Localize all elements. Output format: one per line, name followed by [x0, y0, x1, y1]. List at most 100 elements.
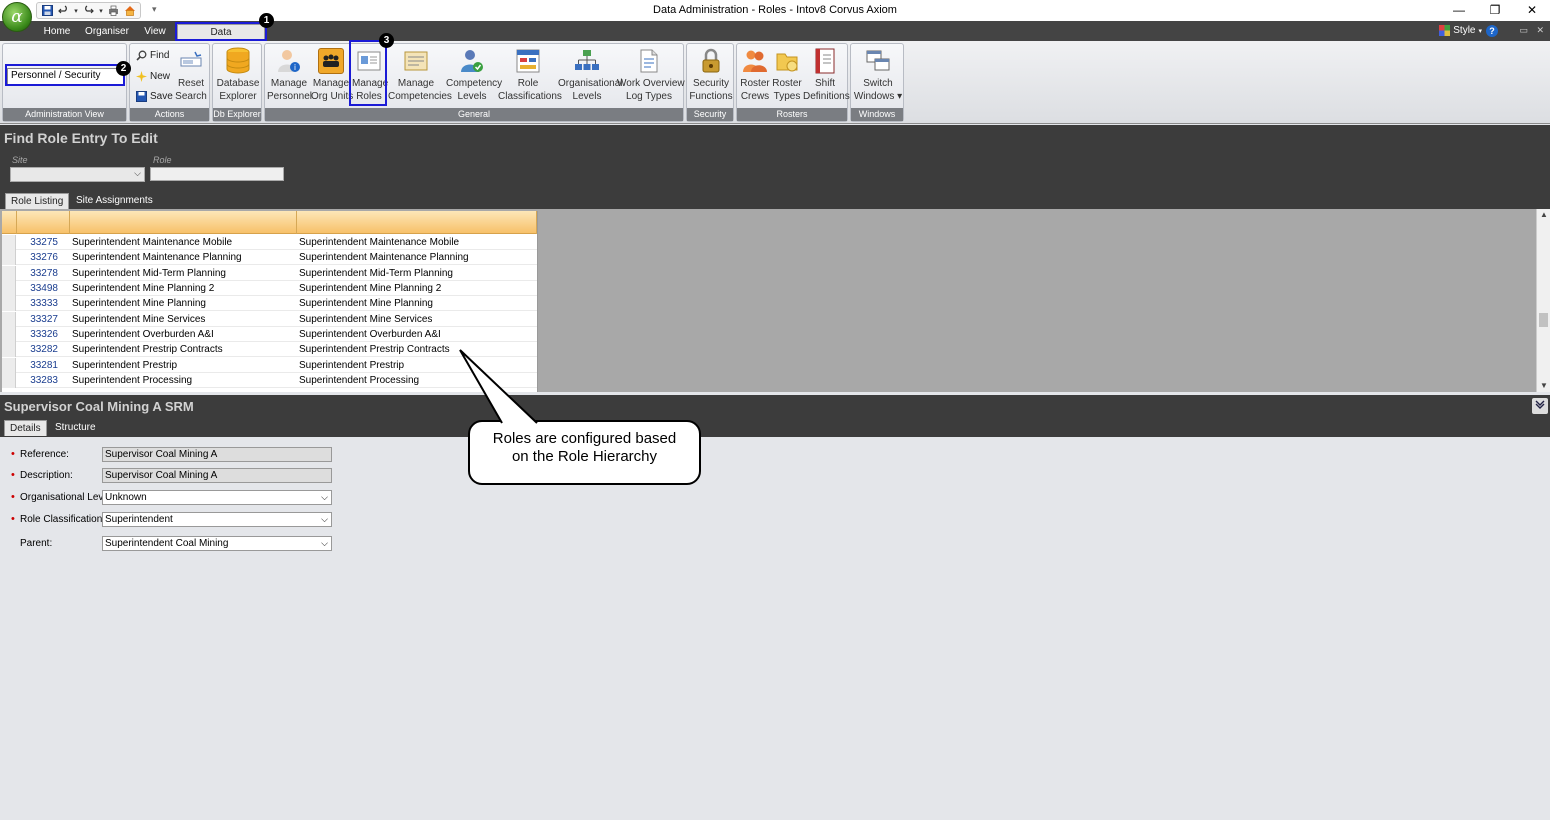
table-row[interactable]: 33333 Superintendent Mine Planning Superin… — [2, 296, 537, 312]
callout-line-1: Roles are configured based — [492, 430, 677, 447]
manage-roles-button[interactable]: Manage Roles — [352, 46, 389, 106]
role-reference-cell: Superintendent Mine Planning — [72, 298, 206, 310]
shift-definitions-button[interactable]: Shift Definitions — [803, 46, 850, 106]
app-orb-icon[interactable]: α — [2, 2, 32, 32]
chevron-down-icon: ⌵ — [321, 538, 328, 548]
group-windows: Switch Windows ▾ Windows — [850, 43, 904, 122]
table-row[interactable]: 33498 Superintendent Mine Planning 2 Super… — [2, 281, 537, 297]
manage-competencies-button[interactable]: Manage Competencies — [388, 46, 452, 106]
manage-roles-label-line1: Manage — [352, 78, 389, 89]
row-selector[interactable] — [2, 311, 16, 327]
minimize-button[interactable]: — — [1444, 2, 1474, 18]
tab-data-administration[interactable]: Data Administration — [177, 24, 265, 54]
grid-header-reference[interactable] — [70, 211, 297, 234]
row-selector[interactable] — [2, 235, 16, 250]
grid-vertical-scrollbar[interactable]: ▲ ▼ — [1536, 209, 1550, 392]
organisational-levels-label-line2: Levels — [572, 91, 602, 102]
scroll-down-icon[interactable]: ▼ — [1537, 380, 1550, 392]
scroll-thumb[interactable] — [1539, 313, 1548, 327]
org-level-select[interactable]: Unknown ⌵ — [102, 490, 332, 505]
tab-role-listing[interactable]: Role Listing — [5, 193, 70, 209]
description-field[interactable]: Supervisor Coal Mining A — [102, 468, 332, 483]
save-icon — [136, 91, 147, 102]
group-db-explorer: Database Explorer Db Explorer — [212, 43, 262, 122]
row-selector[interactable] — [2, 296, 16, 312]
tab-home[interactable]: Home — [40, 24, 74, 40]
table-row[interactable]: 33276 Superintendent Maintenance Planning… — [2, 250, 537, 266]
ribbon: Personnel / Security Administration View… — [0, 41, 1550, 124]
manage-org-units-button[interactable]: Manage Org Units — [311, 46, 354, 106]
org-hierarchy-icon — [574, 48, 600, 74]
table-row[interactable]: 33275 Superintendent Maintenance Mobile Su… — [2, 235, 537, 250]
role-classifications-button[interactable]: Role Classifications — [498, 46, 562, 106]
collapse-icon[interactable] — [1532, 398, 1548, 414]
grid-header-description[interactable] — [297, 211, 537, 234]
find-button[interactable]: Find — [136, 50, 169, 61]
row-selector[interactable] — [2, 250, 16, 266]
tab-organiser[interactable]: Organiser — [84, 24, 130, 40]
ribbon-minimize-icon[interactable]: ▭ — [1519, 25, 1528, 36]
role-description-cell: Superintendent Mine Services — [299, 313, 433, 325]
reset-search-icon — [178, 48, 204, 74]
row-selector[interactable] — [2, 342, 16, 358]
table-row[interactable]: 33326 Superintendent Overburden A&I Superi… — [2, 327, 537, 343]
close-button[interactable]: ✕ — [1517, 2, 1547, 18]
tab-site-assignments[interactable]: Site Assignments — [71, 193, 158, 209]
group-rosters: Roster Crews Roster Types Shift Definiti… — [736, 43, 850, 122]
detail-header: Supervisor Coal Mining A SRM — [0, 395, 1550, 418]
reset-search-button[interactable]: Reset Search — [174, 46, 208, 106]
chevron-down-icon: ⌵ — [321, 492, 328, 502]
required-marker: • — [11, 448, 15, 460]
callout-line-2: on the Role Hierarchy — [511, 448, 658, 465]
scroll-up-icon[interactable]: ▲ — [1537, 209, 1550, 221]
competency-levels-button[interactable]: Competency Levels — [446, 46, 502, 106]
row-selector[interactable] — [2, 327, 16, 343]
manage-org-units-label-line2: Org Units — [311, 91, 354, 102]
row-selector[interactable] — [2, 373, 16, 389]
detail-tabs: Details Structure — [0, 418, 1550, 437]
switch-windows-button[interactable]: Switch Windows ▾ — [853, 46, 903, 106]
role-classifications-label-line2: Classifications — [498, 91, 562, 102]
security-functions-button[interactable]: Security Functions — [689, 46, 733, 106]
work-overview-label-line2: Log Types — [626, 91, 672, 102]
role-search-input[interactable] — [150, 167, 284, 181]
row-selector[interactable] — [2, 265, 16, 281]
organisational-levels-button[interactable]: Organisational Levels — [558, 46, 622, 106]
tab-details[interactable]: Details — [4, 420, 47, 436]
database-explorer-label-line2: Explorer — [219, 91, 257, 102]
roster-crews-label-line2: Crews — [740, 91, 770, 102]
tab-view[interactable]: View — [140, 24, 170, 40]
log-document-icon — [636, 48, 662, 74]
title-bar: α ▾ ▾ ▾ Data Administration - Roles - In… — [0, 0, 1550, 32]
database-explorer-button[interactable]: Database Explorer — [215, 46, 261, 106]
role-description-cell: Superintendent Prestrip — [299, 359, 405, 371]
manage-personnel-button[interactable]: i Manage Personnel — [267, 46, 312, 106]
roster-types-label-line1: Roster — [772, 78, 802, 89]
competency-levels-label-line2: Levels — [457, 91, 487, 102]
row-selector[interactable] — [2, 357, 16, 373]
work-overview-log-types-button[interactable]: Work Overview Log Types — [617, 46, 685, 106]
chevron-down-icon: ⌵ — [321, 514, 328, 524]
group-label-rosters: Rosters — [737, 108, 847, 121]
grid-header-id[interactable] — [17, 211, 70, 234]
tab-structure[interactable]: Structure — [50, 420, 101, 436]
parent-select[interactable]: Superintendent Coal Mining ⌵ — [102, 536, 332, 551]
ribbon-close-icon[interactable]: ✕ — [1536, 25, 1544, 36]
role-description-cell: Superintendent Mine Planning 2 — [299, 283, 442, 295]
role-classification-select[interactable]: Superintendent ⌵ — [102, 512, 332, 527]
table-row[interactable]: 33278 Superintendent Mid-Term Planning Sup… — [2, 265, 537, 281]
new-button[interactable]: New — [136, 71, 170, 82]
table-row[interactable]: 33327 Superintendent Mine Services Superin… — [2, 311, 537, 327]
administration-view-select[interactable]: Personnel / Security — [7, 68, 125, 85]
group-label-security: Security — [687, 108, 733, 121]
style-menu-button[interactable]: Style ▾ — [1439, 25, 1482, 36]
reference-field[interactable]: Supervisor Coal Mining A — [102, 447, 332, 462]
help-icon[interactable]: ? — [1486, 25, 1498, 37]
site-select[interactable]: ⌵ — [10, 167, 145, 182]
row-selector[interactable] — [2, 281, 16, 297]
restore-button[interactable]: ❐ — [1480, 2, 1510, 18]
roster-types-button[interactable]: Roster Types — [771, 46, 803, 106]
role-id-cell: 33333 — [30, 298, 58, 310]
roster-crews-button[interactable]: Roster Crews — [739, 46, 771, 106]
save-button[interactable]: Save — [136, 91, 173, 102]
